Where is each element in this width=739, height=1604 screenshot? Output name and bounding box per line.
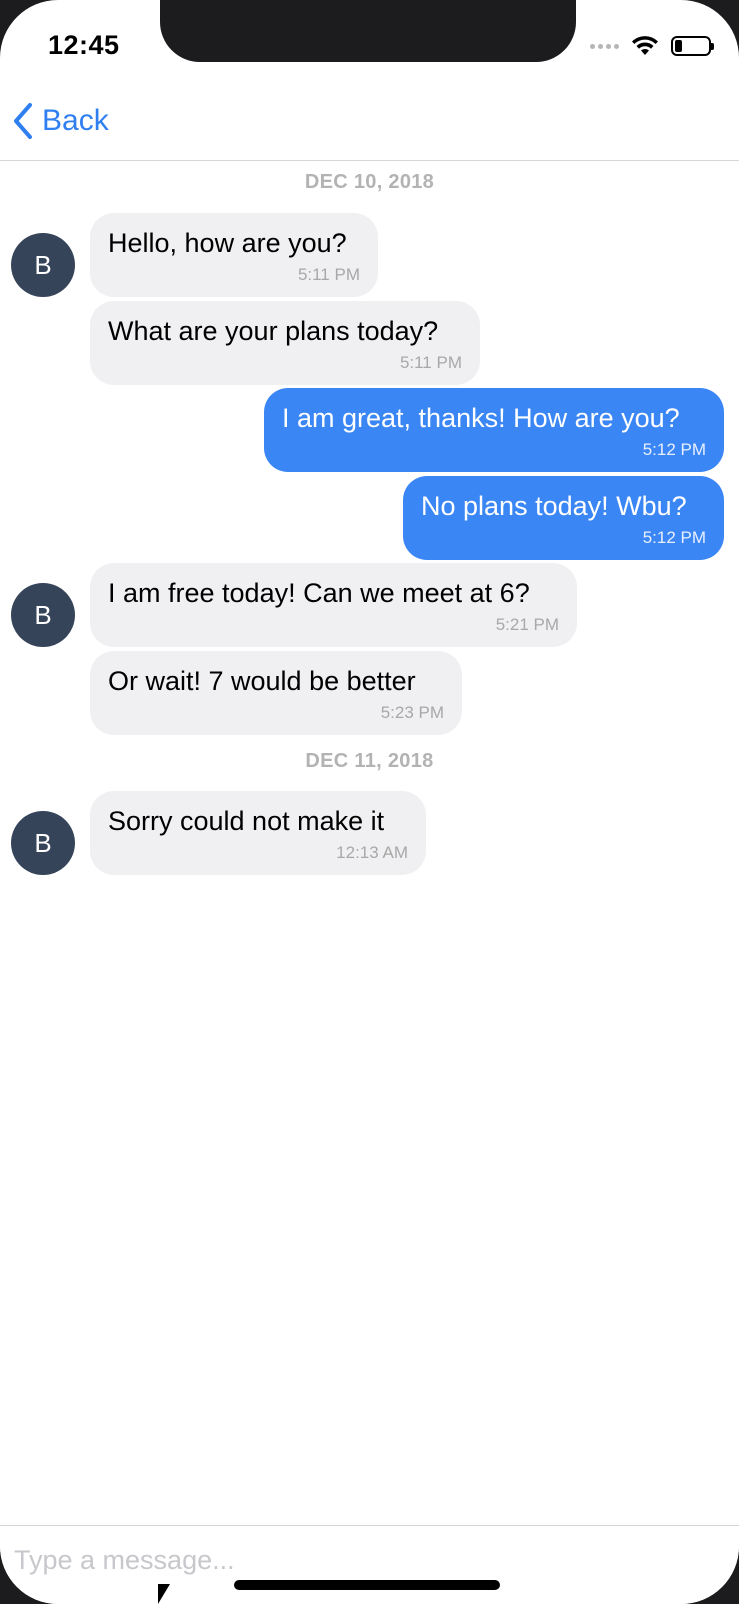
device-notch bbox=[160, 0, 576, 62]
battery-fill bbox=[675, 40, 683, 52]
avatar[interactable]: B bbox=[11, 233, 75, 297]
incoming-message-bubble[interactable]: Or wait! 7 would be better 5:23 PM bbox=[90, 651, 462, 735]
outgoing-message-bubble[interactable]: I am great, thanks! How are you? 5:12 PM bbox=[264, 388, 724, 472]
signal-dots-icon bbox=[590, 43, 619, 49]
message-time: 5:23 PM bbox=[380, 703, 444, 722]
battery-icon bbox=[671, 36, 714, 56]
incoming-message-bubble[interactable]: Hello, how are you? 5:11 PM bbox=[90, 213, 378, 297]
message-composer bbox=[0, 1525, 739, 1604]
message-time: 12:13 AM bbox=[336, 843, 408, 862]
chevron-left-icon bbox=[14, 103, 32, 139]
wifi-icon bbox=[632, 36, 658, 55]
message-input[interactable] bbox=[14, 1542, 714, 1578]
date-separator: DEC 10, 2018 bbox=[304, 171, 435, 193]
incoming-message-bubble[interactable]: Sorry could not make it 12:13 AM bbox=[90, 791, 426, 875]
message-text: Sorry could not make it bbox=[108, 806, 385, 836]
pointer-cursor bbox=[158, 1584, 170, 1604]
message-time: 5:21 PM bbox=[495, 615, 559, 634]
back-label: Back bbox=[42, 104, 109, 137]
message-text: I am free today! Can we meet at 6? bbox=[108, 578, 530, 608]
message-text: No plans today! Wbu? bbox=[421, 491, 687, 521]
phone-screen: 12:45 Back DEC 10, 2018 B Hello, how are… bbox=[0, 0, 739, 1604]
message-text: Or wait! 7 would be better bbox=[108, 666, 416, 696]
message-text: Hello, how are you? bbox=[108, 228, 347, 258]
status-icons bbox=[590, 36, 714, 56]
message-text: What are your plans today? bbox=[108, 316, 439, 346]
back-button[interactable]: Back bbox=[12, 102, 109, 140]
incoming-message-bubble[interactable]: What are your plans today? 5:11 PM bbox=[90, 301, 480, 385]
message-time: 5:12 PM bbox=[642, 528, 706, 547]
message-time: 5:11 PM bbox=[297, 265, 360, 284]
avatar[interactable]: B bbox=[11, 583, 75, 647]
message-time: 5:12 PM bbox=[642, 440, 706, 459]
message-text: I am great, thanks! How are you? bbox=[282, 403, 680, 433]
date-separator: DEC 11, 2018 bbox=[305, 750, 434, 772]
navigation-bar: Back bbox=[0, 90, 739, 161]
incoming-message-bubble[interactable]: I am free today! Can we meet at 6? 5:21 … bbox=[90, 563, 577, 647]
home-indicator[interactable] bbox=[234, 1580, 500, 1590]
message-time: 5:11 PM bbox=[399, 353, 462, 372]
outgoing-message-bubble[interactable]: No plans today! Wbu? 5:12 PM bbox=[403, 476, 724, 560]
avatar[interactable]: B bbox=[11, 811, 75, 875]
status-time: 12:45 bbox=[48, 30, 120, 60]
